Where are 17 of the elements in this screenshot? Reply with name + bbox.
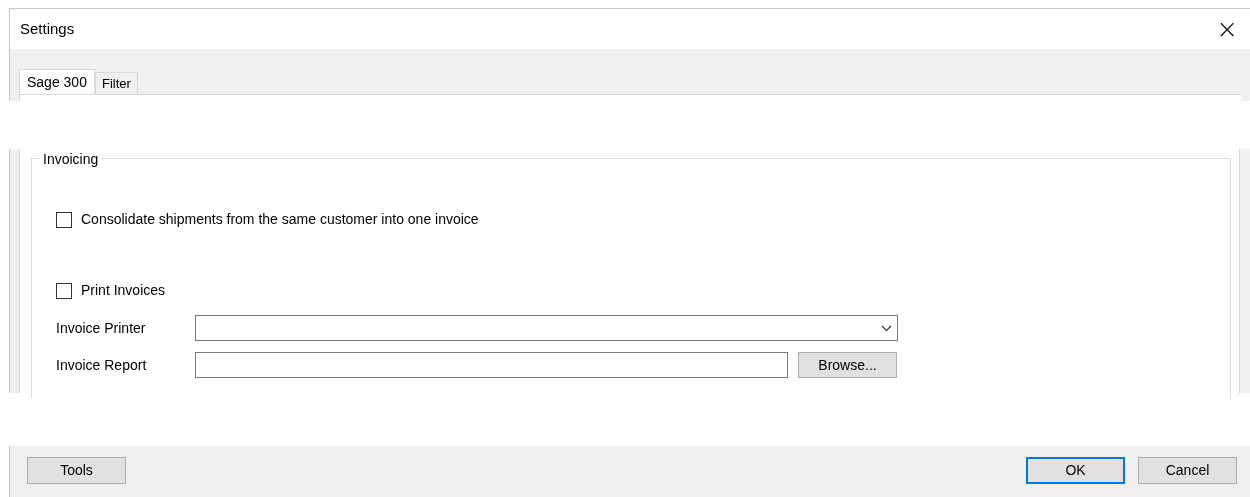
field-label: Invoice Report <box>56 355 148 375</box>
checkbox-label: Consolidate shipments from the same customer into one invoice <box>81 210 479 229</box>
chevron-down-icon <box>881 324 892 332</box>
browse-button[interactable]: Browse... <box>798 352 897 378</box>
dialog-button[interactable]: Cancel <box>1138 456 1237 484</box>
checkbox[interactable] <box>56 282 72 299</box>
dropdown-field[interactable] <box>195 315 898 341</box>
checkbox-label: Print Invoices <box>81 281 166 300</box>
field-label: Invoice Printer <box>56 318 147 338</box>
dialog-button[interactable]: Tools <box>27 456 126 484</box>
dialog-button[interactable]: OK <box>1026 456 1125 484</box>
checkbox[interactable] <box>56 211 72 228</box>
window-title: Settings <box>20 18 75 39</box>
tab[interactable]: Sage 300 <box>19 69 95 94</box>
input-field[interactable] <box>195 352 788 378</box>
close-button[interactable]: × <box>1212 16 1242 42</box>
tab[interactable]: Filter <box>94 72 138 94</box>
